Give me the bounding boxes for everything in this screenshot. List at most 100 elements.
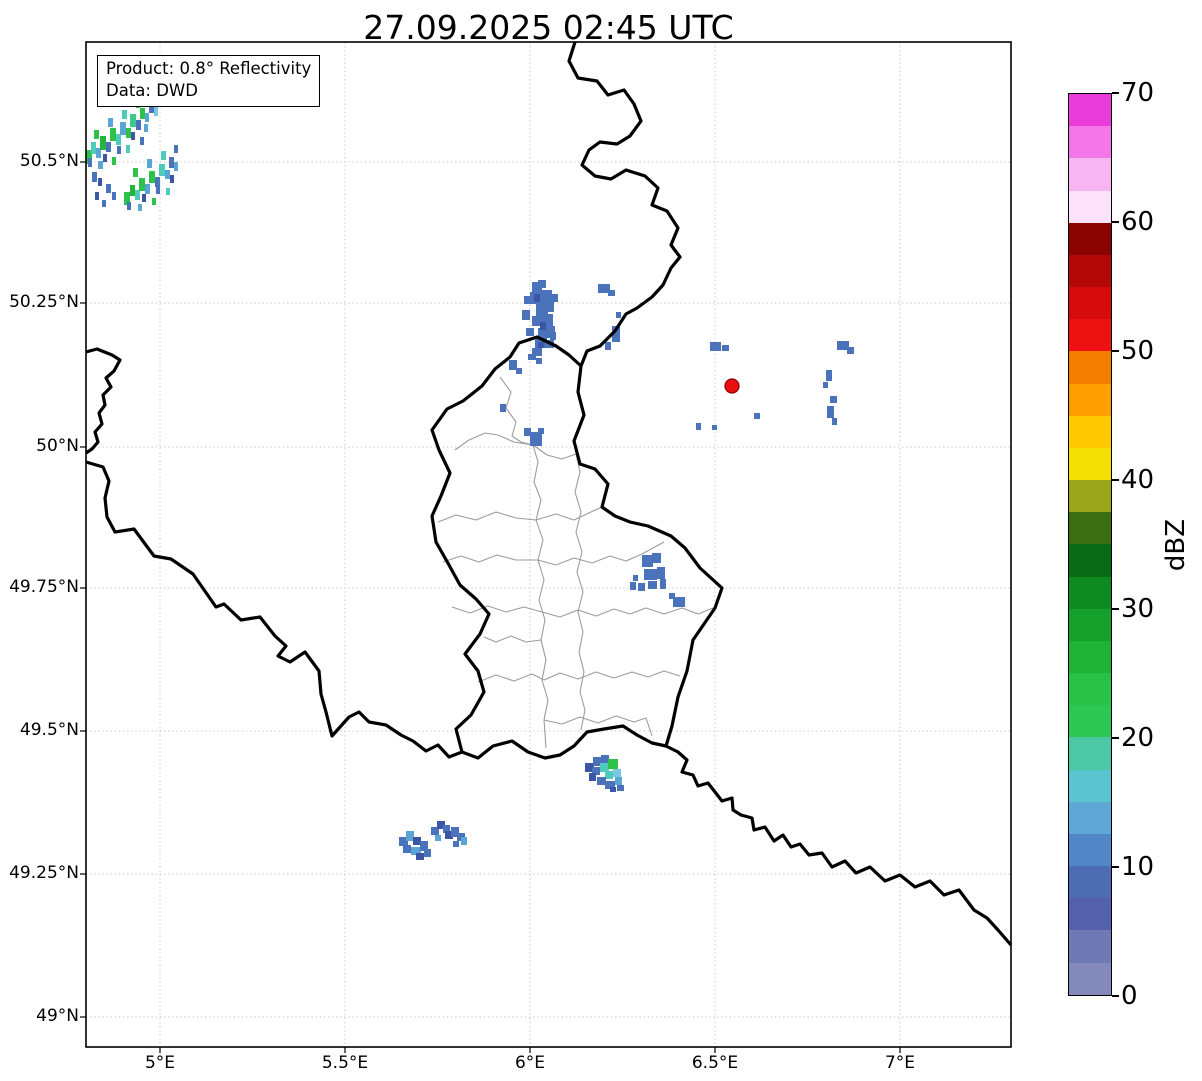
echo-cell [524, 296, 530, 304]
echo-cell [597, 777, 606, 785]
colorbar-tick-label: 50 [1121, 336, 1155, 366]
product-info-line1: Product: 0.8° Reflectivity [106, 59, 312, 78]
colorbar-band [1069, 126, 1111, 159]
echo-cell [630, 582, 636, 590]
echo-southwest-cluster [399, 821, 467, 860]
echo-cell [130, 185, 135, 196]
echo-cell [174, 145, 178, 153]
colorbar-tick-label: 70 [1121, 78, 1155, 108]
echo-cell [847, 347, 854, 354]
echo-cell [130, 114, 136, 127]
colorbar-tick-mark [1112, 350, 1119, 352]
y-tick-label: 49.5°N [19, 720, 79, 740]
colorbar-tick-mark [1112, 479, 1119, 481]
colorbar-band [1069, 962, 1111, 995]
echo-cell [112, 192, 116, 200]
echo-cell [516, 368, 522, 374]
colorbar-band [1069, 705, 1111, 738]
colorbar-tick-label: 10 [1121, 852, 1155, 882]
colorbar-band [1069, 415, 1111, 448]
colorbar-tick-mark [1112, 221, 1119, 223]
colorbar-band [1069, 94, 1111, 127]
colorbar-band [1069, 190, 1111, 223]
radar-map-svg [80, 41, 1013, 1053]
echo-cell [538, 342, 544, 348]
echo-cell [542, 290, 552, 304]
echo-cell [416, 853, 424, 860]
echo-cell [116, 134, 121, 145]
echo-cell [830, 396, 837, 403]
echo-cell [413, 837, 421, 845]
echo-cell [403, 845, 411, 853]
echo-cell [102, 200, 106, 207]
colorbar-tick-label: 20 [1121, 723, 1155, 753]
colorbar-band [1069, 447, 1111, 481]
echo-cell [722, 345, 729, 351]
echo-cell [174, 162, 178, 171]
echo-cell [540, 322, 546, 330]
echo-cell [139, 178, 145, 191]
border-france-belgium [85, 460, 463, 759]
echo-cell [638, 583, 645, 591]
echo-cell [600, 763, 609, 772]
plot-frame [85, 41, 1012, 1048]
colorbar-band [1069, 640, 1111, 674]
product-info-line2: Data: DWD [106, 80, 198, 100]
colorbar-band [1069, 512, 1111, 545]
colorbar-band [1069, 351, 1111, 384]
colorbar-band [1069, 222, 1111, 255]
echo-cell [147, 159, 152, 168]
colorbar-band [1069, 544, 1111, 577]
echo-cell [98, 178, 102, 186]
y-tick-label: 50.25°N [9, 292, 79, 312]
colorbar-tick-label: 30 [1121, 594, 1155, 624]
colorbar-tick-label: 0 [1121, 981, 1138, 1011]
echo-cell [106, 184, 111, 193]
echo-cell [149, 171, 155, 183]
colorbar-unit-label: dBZ [1161, 518, 1191, 572]
echo-cell [91, 142, 96, 154]
colorbar-band [1069, 898, 1111, 931]
colorbar-band [1069, 737, 1111, 770]
echo-cell [605, 771, 613, 779]
product-info-box: Product: 0.8° Reflectivity Data: DWD [97, 55, 321, 107]
echo-cell [133, 168, 138, 177]
echo-cell [826, 370, 832, 381]
canton-border [437, 506, 603, 523]
echo-cell [126, 145, 130, 153]
colorbar-tick-mark [1112, 995, 1119, 997]
echo-cell [633, 575, 638, 581]
echo-cell [126, 128, 131, 138]
echo-cell [608, 759, 618, 769]
echo-cell [522, 310, 530, 320]
y-tick-label: 49°N [36, 1006, 79, 1026]
echo-cell [608, 290, 615, 296]
echo-cell [92, 172, 97, 182]
echo-cell [754, 413, 760, 419]
border-luxembourg [430, 335, 724, 760]
echo-cell [166, 188, 170, 195]
echo-nw-streak-lower [124, 145, 178, 211]
echo-cell [710, 342, 721, 351]
canton-border [532, 444, 549, 749]
echo-cell [122, 110, 127, 119]
echo-cell [538, 428, 544, 434]
echo-north-blob [500, 280, 558, 412]
echo-cell [170, 175, 174, 183]
echo-cell [112, 157, 116, 165]
echo-cell [138, 204, 142, 211]
echo-cell [610, 787, 616, 792]
canton-border [483, 635, 542, 643]
echo-cell [145, 184, 150, 194]
echo-north-specks [598, 284, 621, 350]
echo-cell [110, 128, 116, 141]
y-tick-label: 50°N [36, 436, 79, 456]
echo-cell [500, 404, 506, 412]
echo-cell [613, 769, 621, 777]
canton-border [454, 432, 577, 460]
echo-cell [589, 773, 596, 781]
x-tick-label: 5°E [144, 1053, 176, 1073]
border-france-germany [665, 744, 1013, 947]
echo-cell [528, 354, 536, 360]
echo-cell [144, 124, 148, 132]
